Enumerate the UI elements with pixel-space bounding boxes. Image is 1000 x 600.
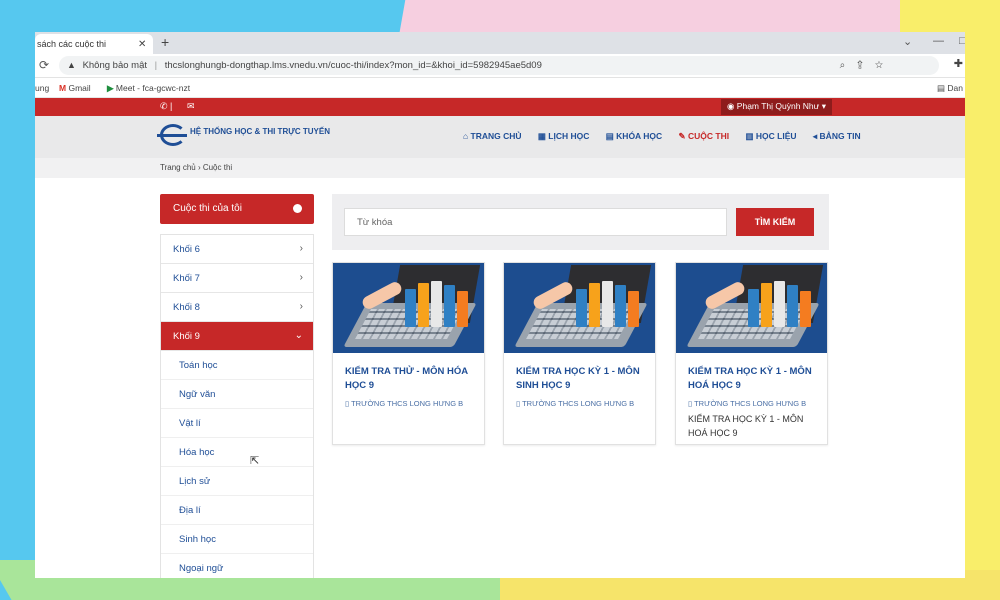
logo-mark — [157, 124, 187, 146]
browser-tab[interactable]: sách các cuộc thi ✕ — [35, 34, 153, 54]
reload-icon[interactable]: ⟳ — [39, 58, 49, 72]
chevron-right-icon: › — [299, 301, 303, 312]
warning-icon: ▲ — [67, 60, 76, 70]
tab-title: sách các cuộc thi — [37, 39, 107, 49]
subject-biology[interactable]: Sinh học — [161, 525, 313, 554]
sidebar-item-grade-8[interactable]: Khối 8 › — [161, 293, 313, 322]
card-thumbnail — [333, 263, 484, 353]
card-description: KIỂM TRA HỌC KỲ 1 - MÔN HOÁ HỌC 9 — [688, 414, 804, 438]
address-bar[interactable]: ▲ Không bảo mật | thcslonghungb-dongthap… — [59, 56, 939, 75]
user-menu-button[interactable]: ◉ Phạm Thị Quỳnh Như ▾ — [721, 99, 832, 115]
library-icon: ▥ — [745, 131, 754, 141]
home-icon: ⌂ — [463, 131, 469, 141]
address-bar-actions[interactable]: ⌕⇪☆ — [840, 60, 895, 71]
pencil-icon: ✎ — [678, 131, 686, 141]
chevron-down-icon: ⌄ — [294, 330, 303, 341]
breadcrumb[interactable]: Trang chủ › Cuộc thi — [160, 163, 232, 172]
sidebar-item-grade-7[interactable]: Khối 7 › — [161, 264, 313, 293]
my-contests-label: Cuộc thi của tôi — [173, 203, 242, 214]
browser-window: sách các cuộc thi ✕ + ⌄ — □ ⟳ ▲ Không bả… — [35, 32, 965, 578]
subject-literature[interactable]: Ngữ văn — [161, 380, 313, 409]
extensions-icon[interactable]: ✚ — [954, 57, 963, 70]
logo-text: HỆ THỐNG HỌC & THI TRỰC TUYẾN — [190, 127, 330, 136]
nav-schedule[interactable]: ▦ LỊCH HỌC — [538, 131, 590, 142]
tab-search-icon[interactable]: ⌄ — [903, 35, 912, 48]
mail-icon[interactable]: ✉ — [187, 101, 195, 112]
book-icon: ▤ — [605, 131, 614, 141]
user-name: Phạm Thị Quỳnh Như — [736, 101, 820, 111]
contest-card[interactable]: KIỂM TRA THỬ - MÔN HÓA HỌC 9 ▯ TRƯỜNG TH… — [332, 262, 485, 445]
card-school: ▯ TRƯỜNG THCS LONG HƯNG B — [516, 399, 635, 408]
card-school: ▯ TRƯỜNG THCS LONG HƯNG B — [345, 399, 464, 408]
nav-contests[interactable]: ✎ CUỘC THI — [679, 131, 730, 142]
card-title[interactable]: KIỂM TRA HỌC KỲ 1 - MÔN HOÁ HỌC 9 — [688, 365, 815, 393]
gmail-icon: M — [59, 83, 67, 93]
subject-math[interactable]: Toán học — [161, 351, 313, 380]
url-text: thcslonghungb-dongthap.lms.vnedu.vn/cuoc… — [164, 60, 542, 71]
tab-close-icon[interactable]: ✕ — [138, 39, 146, 50]
chevron-right-icon: › — [299, 243, 303, 254]
breadcrumb-bar: Trang chủ › Cuộc thi — [35, 158, 965, 178]
site-top-bar: ✆ | ✉ ◉ Phạm Thị Quỳnh Như ▾ — [35, 98, 965, 116]
nav-home[interactable]: ⌂ TRANG CHỦ — [463, 131, 522, 141]
card-thumbnail — [504, 263, 655, 353]
nav-news[interactable]: ◂ BẢNG TIN — [813, 131, 861, 142]
nav-courses[interactable]: ▤ KHÓA HỌC — [606, 131, 662, 142]
bookmarks-bar: ung M Gmail ▶ Meet - fca-gcwc-nzt ▤ Dan — [35, 78, 965, 98]
grade-list: Khối 6 › Khối 7 › Khối 8 › Khối 9 ⌄ Toán học… — [160, 234, 314, 578]
bookmark-partial[interactable]: ung — [35, 83, 49, 93]
mouse-cursor-icon: ⇱ — [250, 455, 260, 467]
card-school: ▯ TRƯỜNG THCS LONG HƯNG B — [688, 399, 807, 408]
my-contests-button[interactable]: Cuộc thi của tôi — [160, 194, 314, 224]
address-bar-row: ⟳ ▲ Không bảo mật | thcslonghungb-dongth… — [35, 54, 965, 78]
school-icon: ▯ — [688, 399, 693, 408]
contest-card[interactable]: KIỂM TRA HỌC KỲ 1 - MÔN SINH HỌC 9 ▯ TRƯ… — [503, 262, 656, 445]
sidebar: Cuộc thi của tôi Khối 6 › Khối 7 › Khối 8 ›… — [160, 194, 314, 578]
security-label: Không bảo mật — [82, 60, 147, 71]
minimize-button[interactable]: — — [933, 35, 944, 47]
new-tab-button[interactable]: + — [161, 34, 169, 50]
subject-chemistry[interactable]: Hóa học — [161, 438, 313, 467]
separator: | — [154, 60, 158, 71]
chevron-right-icon: › — [299, 272, 303, 283]
sidebar-item-grade-6[interactable]: Khối 6 › — [161, 235, 313, 264]
maximize-button[interactable]: □ — [959, 35, 965, 47]
sidebar-item-grade-9[interactable]: Khối 9 ⌄ — [161, 322, 313, 351]
card-thumbnail — [676, 263, 827, 353]
card-title[interactable]: KIỂM TRA HỌC KỲ 1 - MÔN SINH HỌC 9 — [516, 365, 643, 393]
meet-icon: ▶ — [107, 83, 114, 93]
subject-physics[interactable]: Vật lí — [161, 409, 313, 438]
contest-card[interactable]: KIỂM TRA HỌC KỲ 1 - MÔN HOÁ HỌC 9 ▯ TRƯỜ… — [675, 262, 828, 445]
bookmark-meet[interactable]: ▶ Meet - fca-gcwc-nzt — [107, 83, 190, 94]
tab-strip: sách các cuộc thi ✕ + ⌄ — □ — [35, 32, 965, 54]
subject-history[interactable]: Lịch sử — [161, 467, 313, 496]
calendar-icon: ▦ — [537, 131, 546, 141]
user-icon: ◉ — [727, 101, 735, 111]
card-title[interactable]: KIỂM TRA THỬ - MÔN HÓA HỌC 9 — [345, 365, 472, 393]
search-input[interactable]: Từ khóa — [344, 208, 727, 236]
nav-materials[interactable]: ▥ HỌC LIỆU — [745, 131, 796, 142]
bookmark-gmail[interactable]: M Gmail — [59, 83, 91, 93]
bookmark-right-partial[interactable]: ▤ Dan — [937, 83, 963, 94]
caret-down-icon: ▾ — [821, 101, 826, 111]
search-button[interactable]: TÌM KIẾM — [736, 208, 814, 236]
subject-foreign-language[interactable]: Ngoại ngữ — [161, 554, 313, 578]
school-icon: ▯ — [345, 399, 350, 408]
school-icon: ▯ — [516, 399, 521, 408]
subject-geography[interactable]: Địa lí — [161, 496, 313, 525]
main-nav: ⌂ TRANG CHỦ ▦ LỊCH HỌC ▤ KHÓA HỌC ✎ CUỘC… — [463, 131, 875, 142]
site-header: HỆ THỐNG HỌC & THI TRỰC TUYẾN ⌂ TRANG CH… — [35, 116, 965, 158]
toggle-dot-icon — [293, 204, 302, 213]
search-panel: Từ khóa TÌM KIẾM — [332, 194, 829, 250]
phone-icon[interactable]: ✆ | — [160, 101, 172, 112]
megaphone-icon: ◂ — [812, 131, 818, 141]
